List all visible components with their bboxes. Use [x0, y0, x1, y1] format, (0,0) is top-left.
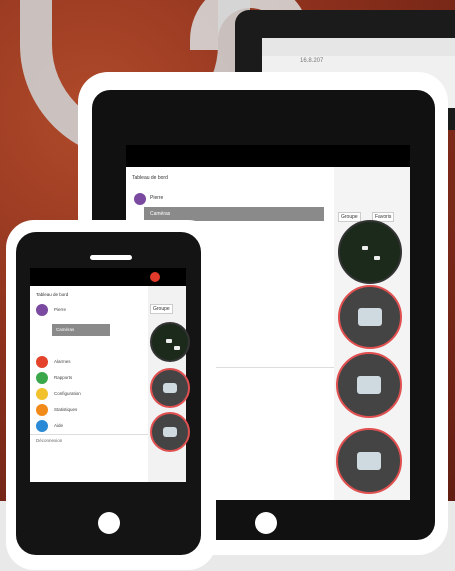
phone-header: Tableau de bord: [36, 292, 69, 297]
logout-link[interactable]: Déconnexion: [36, 438, 62, 443]
camera-thumbnail[interactable]: [150, 368, 190, 408]
phone-top-bar: [30, 268, 186, 286]
tablet-user-label: Pierre: [150, 195, 164, 201]
report-icon: [36, 372, 48, 384]
monitor-browser-bar: [262, 38, 455, 56]
phone-speaker: [90, 255, 132, 260]
menu-item-help[interactable]: Aide: [36, 420, 146, 433]
settings-icon: [36, 388, 48, 400]
help-icon: [36, 420, 48, 432]
camera-thumbnail[interactable]: [336, 428, 402, 494]
menu-item-reports[interactable]: Rapports: [36, 372, 146, 385]
user-icon: [134, 193, 146, 205]
tablet-top-bar: [126, 145, 410, 167]
stats-icon: [36, 404, 48, 416]
tablet-selected-item[interactable]: Caméras: [144, 207, 324, 221]
menu-item-alarms[interactable]: Alarmes: [36, 356, 146, 369]
camera-thumbnail[interactable]: [338, 220, 402, 284]
camera-thumbnail[interactable]: [338, 285, 402, 349]
menu-item-configuration[interactable]: Configuration: [36, 388, 146, 401]
menu-item-statistics[interactable]: Statistiques: [36, 404, 146, 417]
tablet-home-button[interactable]: [255, 512, 277, 534]
notification-badge[interactable]: [150, 272, 160, 282]
phone-home-button[interactable]: [98, 512, 120, 534]
phone-selected-item[interactable]: Caméras: [52, 324, 110, 336]
divider: [30, 434, 148, 435]
user-icon: [36, 304, 48, 316]
camera-thumbnail[interactable]: [150, 322, 190, 362]
monitor-url: 16.8.207: [300, 58, 324, 64]
tab-group[interactable]: Groupe: [338, 212, 361, 222]
camera-thumbnail[interactable]: [150, 412, 190, 452]
tab-group[interactable]: Groupe: [150, 304, 173, 314]
alarm-icon: [36, 356, 48, 368]
camera-thumbnail[interactable]: [336, 352, 402, 418]
menu-item-user[interactable]: Pierre: [36, 304, 146, 317]
tablet-row: Tableau de bord: [132, 175, 168, 181]
